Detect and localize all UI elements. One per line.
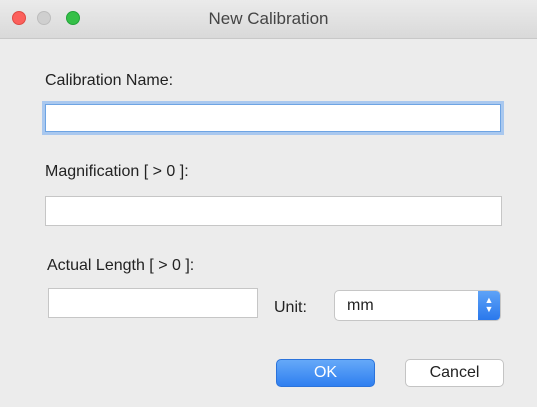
unit-select[interactable]: mm ▲ ▼ — [334, 290, 501, 321]
actual-length-label: Actual Length [ > 0 ]: — [47, 257, 195, 274]
calibration-name-input[interactable] — [45, 104, 501, 132]
unit-label: Unit: — [274, 299, 307, 316]
calibration-name-label: Calibration Name: — [45, 72, 174, 89]
up-down-chevron-icon[interactable]: ▲ ▼ — [478, 291, 500, 320]
unit-select-value: mm — [347, 297, 374, 314]
title-bar[interactable]: New Calibration — [0, 0, 537, 39]
magnification-input[interactable] — [45, 196, 502, 226]
ok-button[interactable]: OK — [276, 359, 375, 387]
actual-length-input[interactable] — [48, 288, 258, 318]
magnification-label: Magnification [ > 0 ]: — [45, 163, 189, 180]
dialog-window: New Calibration Calibration Name: Magnif… — [0, 0, 537, 410]
window-title: New Calibration — [208, 9, 329, 28]
cancel-button[interactable]: Cancel — [405, 359, 504, 387]
